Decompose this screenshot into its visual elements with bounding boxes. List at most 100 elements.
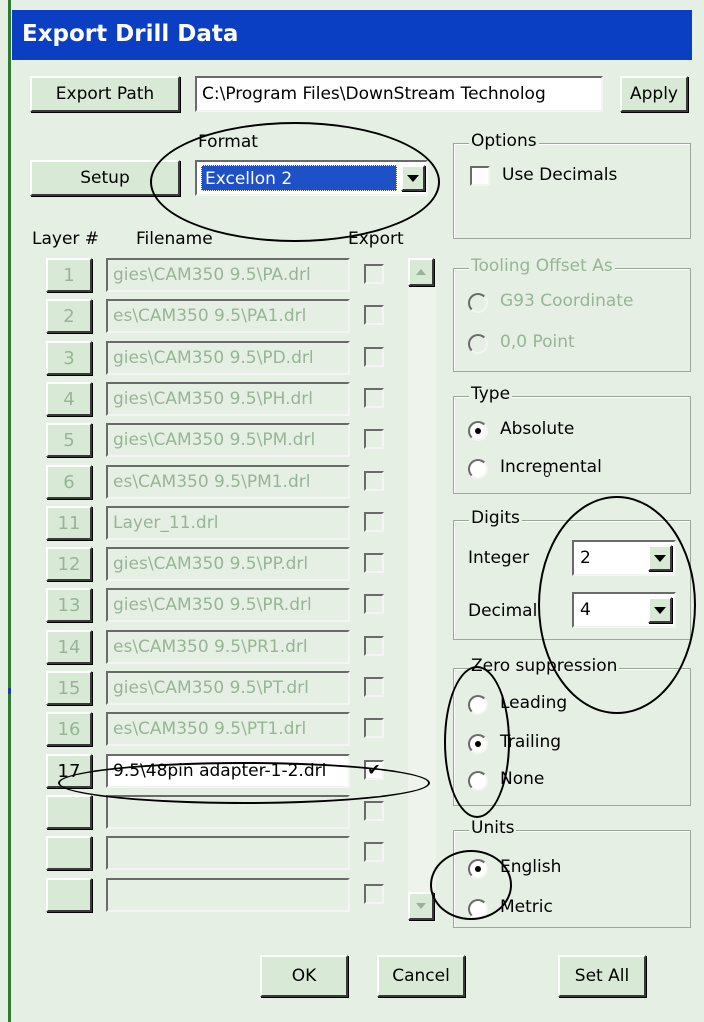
layer-number-button[interactable] xyxy=(46,836,92,870)
zero-point-radio[interactable] xyxy=(468,334,488,354)
metric-label: Metric xyxy=(500,897,553,917)
ok-button-label: OK xyxy=(291,966,317,986)
layer-filename-field[interactable]: 9.5\48pin adapter-1-2.drl xyxy=(106,754,350,788)
g93-coordinate-radio[interactable] xyxy=(468,293,488,313)
layer-filename-field[interactable]: gies\CAM350 9.5\PR.drl xyxy=(106,588,350,622)
leading-radio[interactable] xyxy=(468,695,488,715)
layer-filename: es\CAM350 9.5\PM1.drl xyxy=(113,472,311,492)
layer-export-checkbox[interactable] xyxy=(364,264,384,284)
digits-group-title: Digits xyxy=(469,508,522,528)
layer-export-checkbox[interactable] xyxy=(364,842,384,862)
scroll-down-button[interactable] xyxy=(408,892,434,920)
layer-number: 1 xyxy=(63,264,75,286)
g93-coordinate-label: G93 Coordinate xyxy=(500,291,634,311)
layer-filename-field[interactable]: gies\CAM350 9.5\PH.drl xyxy=(106,382,350,416)
layer-filename: es\CAM350 9.5\PA1.drl xyxy=(113,306,307,326)
english-label: English xyxy=(500,857,562,877)
layer-number: 12 xyxy=(57,553,81,575)
layer-number: 6 xyxy=(63,471,75,493)
layer-filename-field[interactable]: es\CAM350 9.5\PM1.drl xyxy=(106,465,350,499)
decimal-dropdown-arrow[interactable] xyxy=(648,597,672,623)
layer-number-button[interactable]: 6 xyxy=(46,465,92,499)
layer-scrollbar[interactable] xyxy=(408,258,436,922)
integer-dropdown[interactable]: 2 xyxy=(572,540,676,576)
layer-export-checkbox[interactable] xyxy=(364,388,384,408)
integer-label: Integer xyxy=(468,548,530,568)
decimal-value: 4 xyxy=(580,600,591,620)
layer-number-button[interactable] xyxy=(46,795,92,829)
layer-export-checkbox[interactable] xyxy=(364,677,384,697)
integer-dropdown-arrow[interactable] xyxy=(648,545,672,571)
layer-export-checkbox[interactable] xyxy=(364,347,384,367)
layer-number-button[interactable]: 12 xyxy=(46,547,92,581)
layer-number-button[interactable]: 17 xyxy=(46,754,92,788)
layer-number-button[interactable]: 14 xyxy=(46,630,92,664)
layer-export-checkbox[interactable]: ✔ xyxy=(364,760,384,780)
layer-filename: 9.5\48pin adapter-1-2.drl xyxy=(113,761,327,781)
layer-export-checkbox[interactable] xyxy=(364,884,384,904)
layer-number-button[interactable]: 16 xyxy=(46,712,92,746)
layer-filename-field[interactable] xyxy=(106,795,350,829)
layer-number-button[interactable] xyxy=(46,878,92,912)
layer-number-button[interactable]: 3 xyxy=(46,341,92,375)
layer-filename-field[interactable]: es\CAM350 9.5\PT1.drl xyxy=(106,712,350,746)
layer-filename-field[interactable] xyxy=(106,836,350,870)
layer-number: 2 xyxy=(63,305,75,327)
layer-filename: gies\CAM350 9.5\PT.drl xyxy=(113,678,309,698)
layer-number-button[interactable]: 13 xyxy=(46,588,92,622)
layer-export-checkbox[interactable] xyxy=(364,553,384,573)
units-group-title: Units xyxy=(469,818,517,838)
none-radio[interactable] xyxy=(468,771,488,791)
english-radio[interactable] xyxy=(468,859,488,879)
decimal-label: Decimal xyxy=(468,601,538,621)
layer-filename-field[interactable]: gies\CAM350 9.5\PT.drl xyxy=(106,671,350,705)
layer-number-button[interactable]: 1 xyxy=(46,258,92,292)
layer-export-checkbox[interactable] xyxy=(364,471,384,491)
layer-filename: gies\CAM350 9.5\PR.drl xyxy=(113,595,312,615)
chevron-down-icon xyxy=(654,554,666,562)
decimal-dropdown[interactable]: 4 xyxy=(572,592,676,628)
cancel-button-label: Cancel xyxy=(392,966,450,986)
set-all-button[interactable]: Set All xyxy=(558,955,646,997)
layer-number-button[interactable]: 2 xyxy=(46,299,92,333)
incremental-label: Incremental xyxy=(500,457,602,477)
layer-number: 15 xyxy=(57,677,81,699)
layer-filename-field[interactable] xyxy=(106,878,350,912)
options-group xyxy=(453,143,691,239)
layer-filename-field[interactable]: es\CAM350 9.5\PR1.drl xyxy=(106,630,350,664)
chevron-down-icon xyxy=(416,903,426,909)
cancel-button[interactable]: Cancel xyxy=(377,955,465,997)
scroll-up-button[interactable] xyxy=(408,258,434,286)
trailing-radio[interactable] xyxy=(468,734,488,754)
layer-export-checkbox[interactable] xyxy=(364,636,384,656)
layer-export-checkbox[interactable] xyxy=(364,594,384,614)
absolute-radio[interactable] xyxy=(468,421,488,441)
use-decimals-checkbox[interactable] xyxy=(470,166,490,186)
layer-number-button[interactable]: 5 xyxy=(46,423,92,457)
layer-filename-field[interactable]: gies\CAM350 9.5\PM.drl xyxy=(106,423,350,457)
use-decimals-label: Use Decimals xyxy=(502,165,618,185)
layer-filename-field[interactable]: gies\CAM350 9.5\PA.drl xyxy=(106,258,350,292)
layer-number-button[interactable]: 4 xyxy=(46,382,92,416)
layer-export-checkbox[interactable] xyxy=(364,718,384,738)
apply-button[interactable]: Apply xyxy=(620,76,688,112)
options-group-title: Options xyxy=(469,131,539,151)
metric-radio[interactable] xyxy=(468,899,488,919)
layer-export-checkbox[interactable] xyxy=(364,305,384,325)
layer-number-button[interactable]: 15 xyxy=(46,671,92,705)
layer-number: 16 xyxy=(57,718,81,740)
chevron-up-icon xyxy=(416,269,426,275)
zero-suppression-group xyxy=(453,668,691,806)
incremental-radio[interactable] xyxy=(468,459,488,479)
layer-export-checkbox[interactable] xyxy=(364,512,384,532)
layer-filename-field[interactable]: gies\CAM350 9.5\PD.drl xyxy=(106,341,350,375)
layer-export-checkbox[interactable] xyxy=(364,801,384,821)
layer-filename-field[interactable]: Layer_11.drl xyxy=(106,506,350,540)
layer-export-checkbox[interactable] xyxy=(364,429,384,449)
ok-button[interactable]: OK xyxy=(260,955,348,997)
layer-filename-field[interactable]: es\CAM350 9.5\PA1.drl xyxy=(106,299,350,333)
layer-filename-field[interactable]: gies\CAM350 9.5\PP.drl xyxy=(106,547,350,581)
type-group-title: Type xyxy=(469,384,513,404)
annotation-dot xyxy=(544,471,550,477)
layer-number-button[interactable]: 11 xyxy=(46,506,92,540)
